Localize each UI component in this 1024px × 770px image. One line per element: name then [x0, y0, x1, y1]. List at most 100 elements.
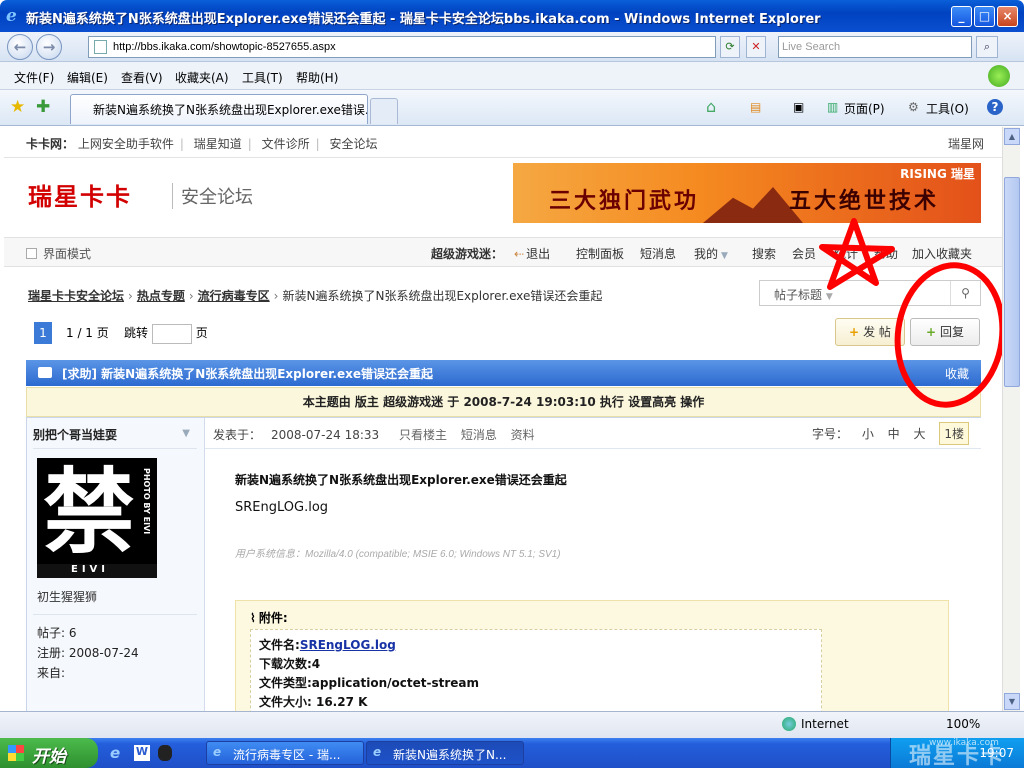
quicklaunch-qq-icon[interactable]	[158, 745, 172, 761]
nav-mine[interactable]: 我的 ▼	[694, 245, 728, 262]
thread-header: [求助] 新装N遍系统换了N张系统盘出现Explorer.exe错误还会重起 收…	[26, 360, 981, 386]
quicklaunch-ie-icon[interactable]: e	[110, 744, 120, 762]
ie-icon: e	[373, 745, 382, 759]
tools-gear-icon[interactable]: ⚙	[908, 100, 919, 114]
taskbar-item-current-label: 新装N遍系统换了N...	[393, 748, 507, 762]
scroll-thumb[interactable]	[1004, 177, 1020, 387]
new-post-label: 发 帖	[863, 325, 891, 339]
window-title: 新装N遍系统换了N张系统盘出现Explorer.exe错误还会重起 - 瑞星卡卡…	[26, 12, 821, 27]
floor-badge: 1楼	[939, 422, 969, 445]
new-tab-button[interactable]	[370, 98, 398, 124]
refresh-button[interactable]: ⟳	[720, 36, 740, 58]
add-favorite-icon[interactable]: ✚	[36, 97, 50, 117]
top-link-know[interactable]: 瑞星知道	[194, 137, 242, 151]
page-jump-input[interactable]	[151, 323, 192, 344]
nav-logout[interactable]: ⇠ 退出	[514, 245, 550, 262]
top-link-forum[interactable]: 安全论坛	[330, 137, 378, 151]
forward-button[interactable]: →	[36, 34, 62, 60]
maximize-button[interactable]: □	[974, 6, 995, 27]
close-button[interactable]: ×	[997, 6, 1018, 27]
quicklaunch-word-icon[interactable]: W	[134, 745, 150, 761]
reply-button[interactable]: + 回复	[910, 318, 980, 346]
chevron-down-icon[interactable]: ▼	[182, 428, 190, 439]
taskbar-item-current[interactable]: e 新装N遍系统换了N...	[366, 741, 524, 765]
only-author-link[interactable]: 只看楼主	[399, 428, 447, 442]
pm-link[interactable]: 短消息	[461, 428, 497, 442]
page-current[interactable]: 1	[34, 322, 52, 344]
favorites-star-icon[interactable]: ★	[10, 97, 25, 117]
top-link-clinic[interactable]: 文件诊所	[262, 137, 310, 151]
font-big[interactable]: 大	[914, 427, 926, 441]
start-button[interactable]: 开始	[0, 738, 98, 768]
help-icon[interactable]: ?	[987, 99, 1003, 115]
breadcrumb-virus[interactable]: 流行病毒专区	[198, 289, 270, 303]
scroll-up-icon[interactable]: ▲	[1004, 128, 1020, 145]
page-jump-label: 跳转	[124, 326, 149, 340]
search-input[interactable]: Live Search	[778, 36, 972, 58]
user-agent-info: 用户系统信息：Mozilla/4.0 (compatible; MSIE 6.0…	[235, 549, 561, 560]
nav-control-panel[interactable]: 控制面板	[576, 245, 624, 262]
attachment-label-text: 附件:	[258, 611, 288, 625]
taskbar: 开始 e W e 流行病毒专区 - 瑞... e 新装N遍系统换了N... 瑞星卡卡…	[0, 738, 1024, 769]
plus-icon: +	[925, 325, 937, 339]
profile-link[interactable]: 资料	[511, 428, 535, 442]
minimize-button[interactable]: _	[951, 6, 972, 27]
vertical-scrollbar[interactable]: ▲ ▼	[1002, 127, 1020, 711]
font-small[interactable]: 小	[862, 427, 874, 441]
ad-banner[interactable]: 三大独门武功 五大绝世技术 RISING 瑞星	[513, 163, 981, 223]
menu-view[interactable]: 查看(V)	[121, 69, 163, 86]
breadcrumb-home[interactable]: 瑞星卡卡安全论坛	[28, 289, 124, 303]
font-size-controls: 字号： 小 中 大 1楼	[802, 422, 969, 445]
stop-button[interactable]: ✕	[746, 36, 766, 58]
zoom-level[interactable]: 100%	[946, 717, 980, 731]
top-link-helper[interactable]: 上网安全助手软件	[78, 137, 174, 151]
tools-menu[interactable]: 工具(O)	[926, 100, 969, 117]
watermark-url: www.ikaka.com	[929, 738, 999, 748]
ui-mode-toggle[interactable]: 界面模式	[26, 245, 91, 262]
menu-tools[interactable]: 工具(T)	[242, 69, 283, 86]
nav-search[interactable]: 搜索	[752, 245, 776, 262]
feeds-icon[interactable]: ▤	[750, 100, 761, 114]
nav-add-favorite[interactable]: 加入收藏夹	[912, 245, 972, 262]
search-field-select[interactable]: 帖子标题 ▼	[774, 286, 833, 303]
taskbar-item-forum[interactable]: e 流行病毒专区 - 瑞...	[206, 741, 364, 765]
menu-edit[interactable]: 编辑(E)	[67, 69, 108, 86]
search-go-button[interactable]: ⌕	[976, 36, 998, 58]
print-icon[interactable]: ▣	[793, 100, 804, 114]
site-logo-sub: 安全论坛	[172, 183, 253, 209]
author-name[interactable]: 别把个哥当娃耍	[33, 426, 117, 443]
nav-members[interactable]: 会员	[792, 245, 816, 262]
favorite-link[interactable]: 收藏	[945, 365, 969, 382]
scroll-down-icon[interactable]: ▼	[1004, 693, 1020, 710]
nav-mine-label: 我的	[694, 247, 719, 261]
post-main: 发表于： 2008-07-24 18:33 只看楼主 短消息 资料 字号： 小 中…	[205, 418, 981, 711]
menu-help[interactable]: 帮助(H)	[296, 69, 338, 86]
page-icon-btn[interactable]: ▥	[827, 100, 838, 114]
nav-help[interactable]: 帮助	[874, 245, 898, 262]
divider	[33, 448, 197, 449]
page-content: 卡卡网： 上网安全助手软件 | 瑞星知道 | 文件诊所 | 安全论坛 瑞星网 瑞星卡卡…	[4, 127, 1002, 711]
back-button[interactable]: ←	[7, 34, 33, 60]
menu-favorites[interactable]: 收藏夹(A)	[175, 69, 229, 86]
breadcrumb-hot[interactable]: 热点专题	[137, 289, 185, 303]
post-author-panel: 别把个哥当娃耍 ▼ 禁 PHOTO BY EIVI EIVI 初生猩猩狮 帖子:…	[27, 418, 205, 711]
font-mid[interactable]: 中	[888, 427, 900, 441]
page-menu[interactable]: 页面(P)	[844, 100, 885, 117]
search-icon[interactable]: ⚲	[950, 281, 980, 305]
globe-icon	[782, 717, 796, 731]
new-post-button[interactable]: + 发 帖	[835, 318, 905, 346]
posted-time: 2008-07-24 18:33	[271, 428, 380, 442]
menu-file[interactable]: 文件(F)	[14, 69, 54, 86]
ui-mode-label: 界面模式	[43, 247, 92, 261]
rising-site-link[interactable]: 瑞星网	[948, 135, 984, 152]
search-field-label: 帖子标题	[774, 288, 823, 302]
site-logo[interactable]: 瑞星卡卡	[28, 177, 132, 212]
tab-current[interactable]: 新装N遍系统换了N张系统盘出现Explorer.exe错误...	[70, 94, 368, 124]
nav-stats[interactable]: 统计	[834, 245, 858, 262]
nav-pm[interactable]: 短消息	[640, 245, 676, 262]
attachment-link[interactable]: SREngLOG.log	[300, 638, 396, 652]
home-icon[interactable]: ⌂	[706, 97, 716, 116]
avatar-side-text: PHOTO BY EIVI	[142, 468, 151, 535]
address-field[interactable]: http://bbs.ikaka.com/showtopic-8527655.a…	[88, 36, 716, 58]
attachment-filename-row: 文件名:SREngLOG.log	[259, 636, 813, 655]
